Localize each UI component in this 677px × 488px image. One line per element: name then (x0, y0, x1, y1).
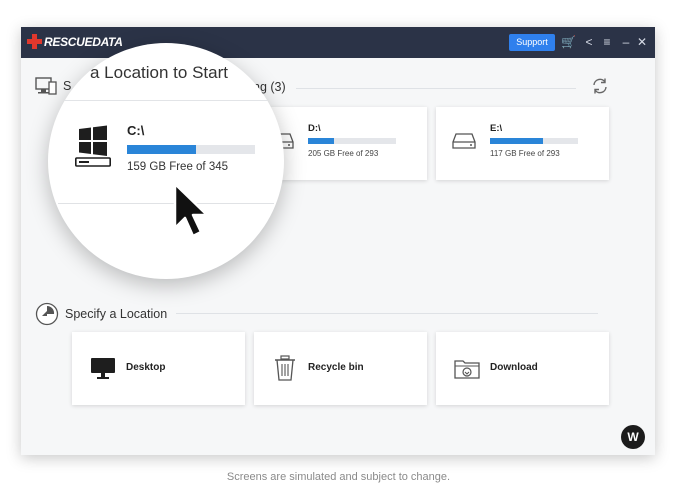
location-card-recycle-bin[interactable]: Recycle bin (254, 332, 427, 405)
hard-drive-icon (452, 133, 476, 149)
drives-divider (296, 88, 576, 89)
trash-icon (275, 355, 295, 381)
location-section-header: Specify a Location (35, 302, 167, 326)
download-folder-icon (454, 360, 480, 379)
location-card-desktop[interactable]: Desktop (72, 332, 245, 405)
drive-free-space: 205 GB Free of 293 (308, 149, 379, 158)
location-target-icon (35, 302, 59, 326)
support-button[interactable]: Support (509, 34, 555, 51)
drive-usage-fill (490, 138, 543, 144)
mouse-cursor-icon (173, 182, 209, 238)
drive-name: E:\ (490, 123, 503, 134)
drive-name: D:\ (308, 123, 321, 134)
computer-icon (35, 77, 57, 95)
wondershare-fab-icon[interactable]: W (621, 425, 645, 449)
menu-icon[interactable]: ≡ (600, 33, 614, 51)
magnified-section-title: a Location to Start (90, 63, 228, 82)
close-icon[interactable]: ✕ (635, 33, 649, 51)
location-divider (176, 313, 598, 314)
drives-section-header: S (35, 77, 71, 95)
app-logo: RESCUEDATA (27, 34, 123, 49)
magnified-divider (48, 100, 284, 101)
location-label: Recycle bin (308, 362, 364, 373)
cart-icon[interactable]: 🛒 (561, 33, 576, 51)
screenshot-stage: RESCUEDATA Support 🛒 < ≡ – ✕ S ng (3) D:… (0, 0, 677, 488)
magnified-free-space: 159 GB Free of 345 (127, 161, 229, 173)
disclaimer-caption: Screens are simulated and subject to cha… (226, 471, 451, 483)
magnified-usage-bar (127, 145, 255, 154)
logo-cross-icon (27, 34, 42, 49)
drive-usage-bar (490, 138, 578, 144)
drive-usage-fill (308, 138, 335, 144)
location-card-download[interactable]: Download (436, 332, 609, 405)
magnified-drive-name: C:\ (127, 123, 145, 138)
refresh-icon[interactable] (591, 77, 609, 95)
location-label: Desktop (126, 362, 166, 373)
share-icon[interactable]: < (582, 33, 596, 51)
monitor-icon (91, 358, 115, 379)
drive-free-space: 117 GB Free of 293 (490, 149, 560, 158)
logo-text: RESCUEDATA (44, 34, 123, 49)
windows-drive-icon (75, 125, 111, 167)
magnified-usage-fill (127, 145, 197, 154)
location-section-title: Specify a Location (65, 307, 168, 321)
location-label: Download (490, 362, 538, 373)
minimize-icon[interactable]: – (619, 33, 633, 51)
drive-usage-bar (308, 138, 396, 144)
magnified-card-edge (58, 203, 274, 204)
drive-card-e[interactable]: E:\ 117 GB Free of 293 (436, 107, 609, 180)
magnifier-overlay: a Location to Start C:\ 159 GB Free of 3… (48, 43, 284, 279)
